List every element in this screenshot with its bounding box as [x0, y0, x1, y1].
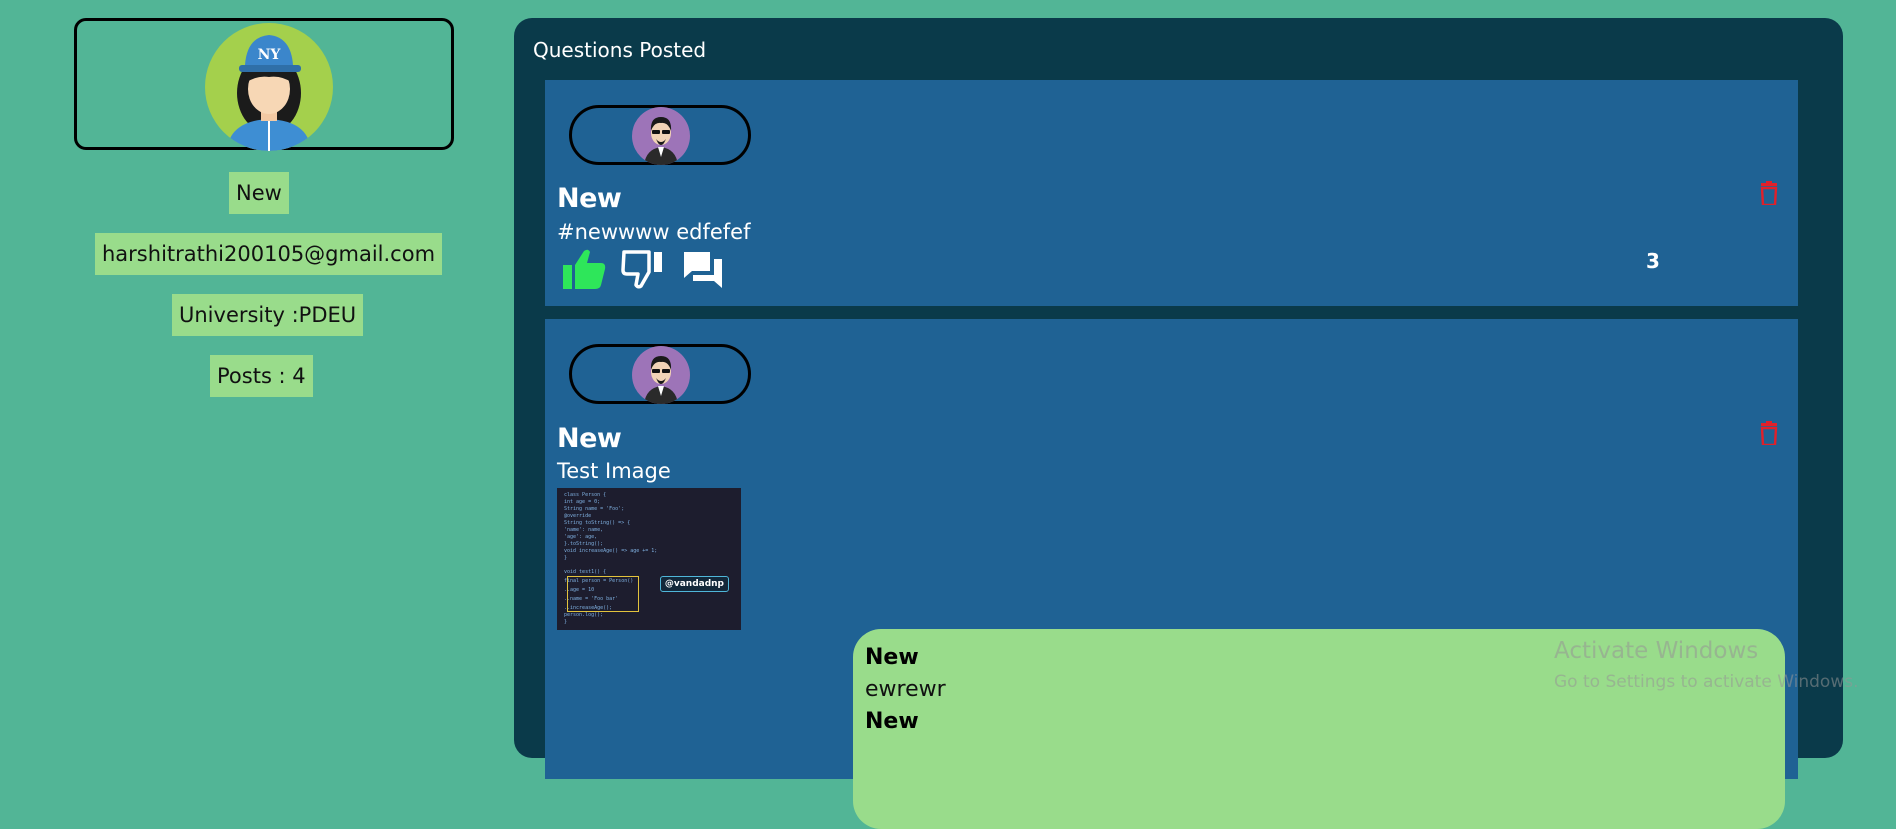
post-user-pill[interactable] — [569, 344, 751, 404]
comment-text: ewrewr — [865, 677, 946, 702]
code-line: @override — [564, 513, 592, 519]
code-line: person.log(); — [564, 612, 604, 618]
post-body: #newwww edfefef — [557, 220, 751, 244]
code-line: int age = 0; — [564, 499, 601, 505]
code-line: } — [564, 555, 568, 561]
code-line: void test1() { — [564, 569, 607, 575]
code-line: class Person { — [564, 492, 607, 498]
thumbs-down-icon[interactable] — [621, 248, 665, 290]
activation-watermark-subtitle: Go to Settings to activate Windows. — [1554, 672, 1859, 692]
trash-icon[interactable] — [1759, 421, 1779, 445]
activation-watermark-title: Activate Windows — [1554, 638, 1759, 664]
profile-email: harshitrathi200105@gmail.com — [95, 233, 443, 275]
code-line: String toString() => { — [564, 520, 631, 526]
post-author: New — [557, 423, 622, 454]
user-avatar-icon — [632, 107, 690, 165]
profile-university: University :PDEU — [172, 294, 364, 336]
comment-author: New — [865, 709, 919, 734]
image-tag: @vandadnp — [659, 576, 729, 592]
code-line: }.toString(); — [564, 541, 604, 547]
user-avatar-icon — [632, 346, 690, 404]
profile-posts-count: Posts : 4 — [210, 355, 313, 397]
question-post: New Test Image class Person { int age = … — [545, 319, 1798, 829]
code-line: 'name': name, — [564, 527, 604, 533]
profile-name: New — [229, 172, 289, 214]
trash-icon[interactable] — [1759, 181, 1779, 205]
code-line: 'age': age, — [564, 534, 598, 540]
profile-card: NY — [74, 18, 454, 151]
question-post: New #newwww edfefef 3 — [545, 80, 1798, 306]
post-body: Test Image — [557, 459, 671, 483]
post-user-pill[interactable] — [569, 105, 751, 165]
comment-count: 3 — [1646, 249, 1660, 273]
post-image: class Person { int age = 0; String name … — [557, 488, 741, 630]
profile-avatar: NY — [205, 23, 333, 151]
thumbs-up-icon[interactable] — [563, 248, 607, 290]
code-line: String name = 'Foo'; — [564, 506, 625, 512]
code-line: void increaseAge() => age += 1; — [564, 548, 658, 554]
code-highlight — [567, 576, 639, 612]
panel-title: Questions Posted — [533, 38, 707, 62]
cap-text: NY — [258, 47, 282, 63]
comment-author: New — [865, 645, 919, 670]
post-author: New — [557, 183, 622, 214]
code-line: } — [564, 619, 568, 625]
comment-icon[interactable] — [683, 250, 723, 290]
